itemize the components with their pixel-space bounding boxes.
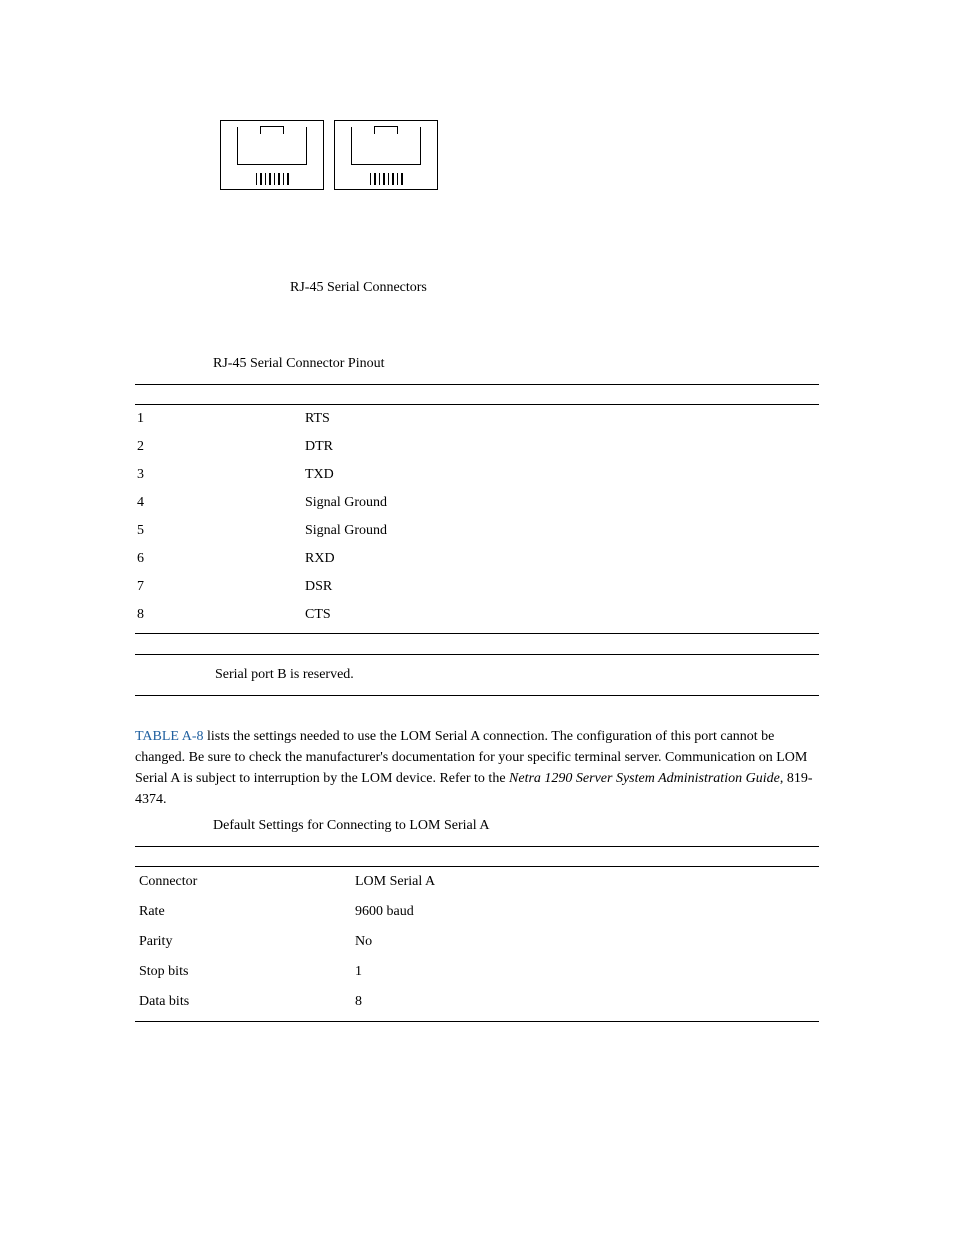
- table2: Connector LOM Serial A Rate 9600 baud Pa…: [135, 846, 819, 1022]
- cell-pin: 3: [135, 467, 305, 483]
- cell-param: Rate: [135, 904, 355, 920]
- table1: 1 RTS 2 DTR 3 TXD 4 Signal Ground 5 Sign…: [135, 384, 819, 634]
- cell-signal: RXD: [305, 551, 819, 567]
- cell-param: Connector: [135, 874, 355, 890]
- cell-param: Stop bits: [135, 964, 355, 980]
- cell-pin: 7: [135, 579, 305, 595]
- cell-pin: 2: [135, 439, 305, 455]
- table-row: 7 DSR: [135, 573, 819, 601]
- cell-signal: DSR: [305, 579, 819, 595]
- table1-caption: RJ-45 Serial Connector Pinout: [213, 356, 819, 372]
- rj45-connectors-svg: [220, 120, 819, 190]
- note-box: Serial port B is reserved.: [135, 654, 819, 696]
- cell-signal: CTS: [305, 607, 819, 623]
- table-row: Stop bits 1: [135, 957, 819, 987]
- cell-param: Parity: [135, 934, 355, 950]
- cell-value: 8: [355, 994, 819, 1010]
- cell-value: No: [355, 934, 819, 950]
- table2-caption: Default Settings for Connecting to LOM S…: [213, 818, 819, 834]
- paragraph: TABLE A-8 lists the settings needed to u…: [135, 726, 819, 810]
- figure-caption: RJ-45 Serial Connectors: [290, 280, 819, 296]
- table-row: 5 Signal Ground: [135, 517, 819, 545]
- table-row: Data bits 8: [135, 987, 819, 1017]
- table-row: 4 Signal Ground: [135, 489, 819, 517]
- cell-param: Data bits: [135, 994, 355, 1010]
- cell-pin: 5: [135, 523, 305, 539]
- figure-diagram: RJ-45 Serial Connectors: [220, 120, 819, 296]
- cell-value: 9600 baud: [355, 904, 819, 920]
- rj45-connector-right: [334, 120, 438, 190]
- table-row: 2 DTR: [135, 433, 819, 461]
- paragraph-italic: Netra 1290 Server System Administration …: [509, 771, 780, 786]
- table-row: 6 RXD: [135, 545, 819, 573]
- cell-signal: DTR: [305, 439, 819, 455]
- table-row: Parity No: [135, 927, 819, 957]
- table-row: 8 CTS: [135, 601, 819, 629]
- cell-pin: 1: [135, 411, 305, 427]
- table1-caption-text: RJ-45 Serial Connector Pinout: [213, 356, 385, 371]
- figure-caption-text: RJ-45 Serial Connectors: [290, 280, 427, 295]
- cell-pin: 4: [135, 495, 305, 511]
- cell-value: 1: [355, 964, 819, 980]
- cell-signal: Signal Ground: [305, 523, 819, 539]
- cell-value: LOM Serial A: [355, 874, 819, 890]
- table-row: 1 RTS: [135, 405, 819, 433]
- table-link[interactable]: TABLE A-8: [135, 729, 203, 744]
- cell-signal: Signal Ground: [305, 495, 819, 511]
- note-text: Serial port B is reserved.: [215, 667, 819, 683]
- table2-caption-text: Default Settings for Connecting to LOM S…: [213, 818, 489, 833]
- cell-signal: RTS: [305, 411, 819, 427]
- cell-pin: 6: [135, 551, 305, 567]
- table-row: Connector LOM Serial A: [135, 867, 819, 897]
- rj45-connector-left: [220, 120, 324, 190]
- cell-signal: TXD: [305, 467, 819, 483]
- cell-pin: 8: [135, 607, 305, 623]
- table-row: Rate 9600 baud: [135, 897, 819, 927]
- table-row: 3 TXD: [135, 461, 819, 489]
